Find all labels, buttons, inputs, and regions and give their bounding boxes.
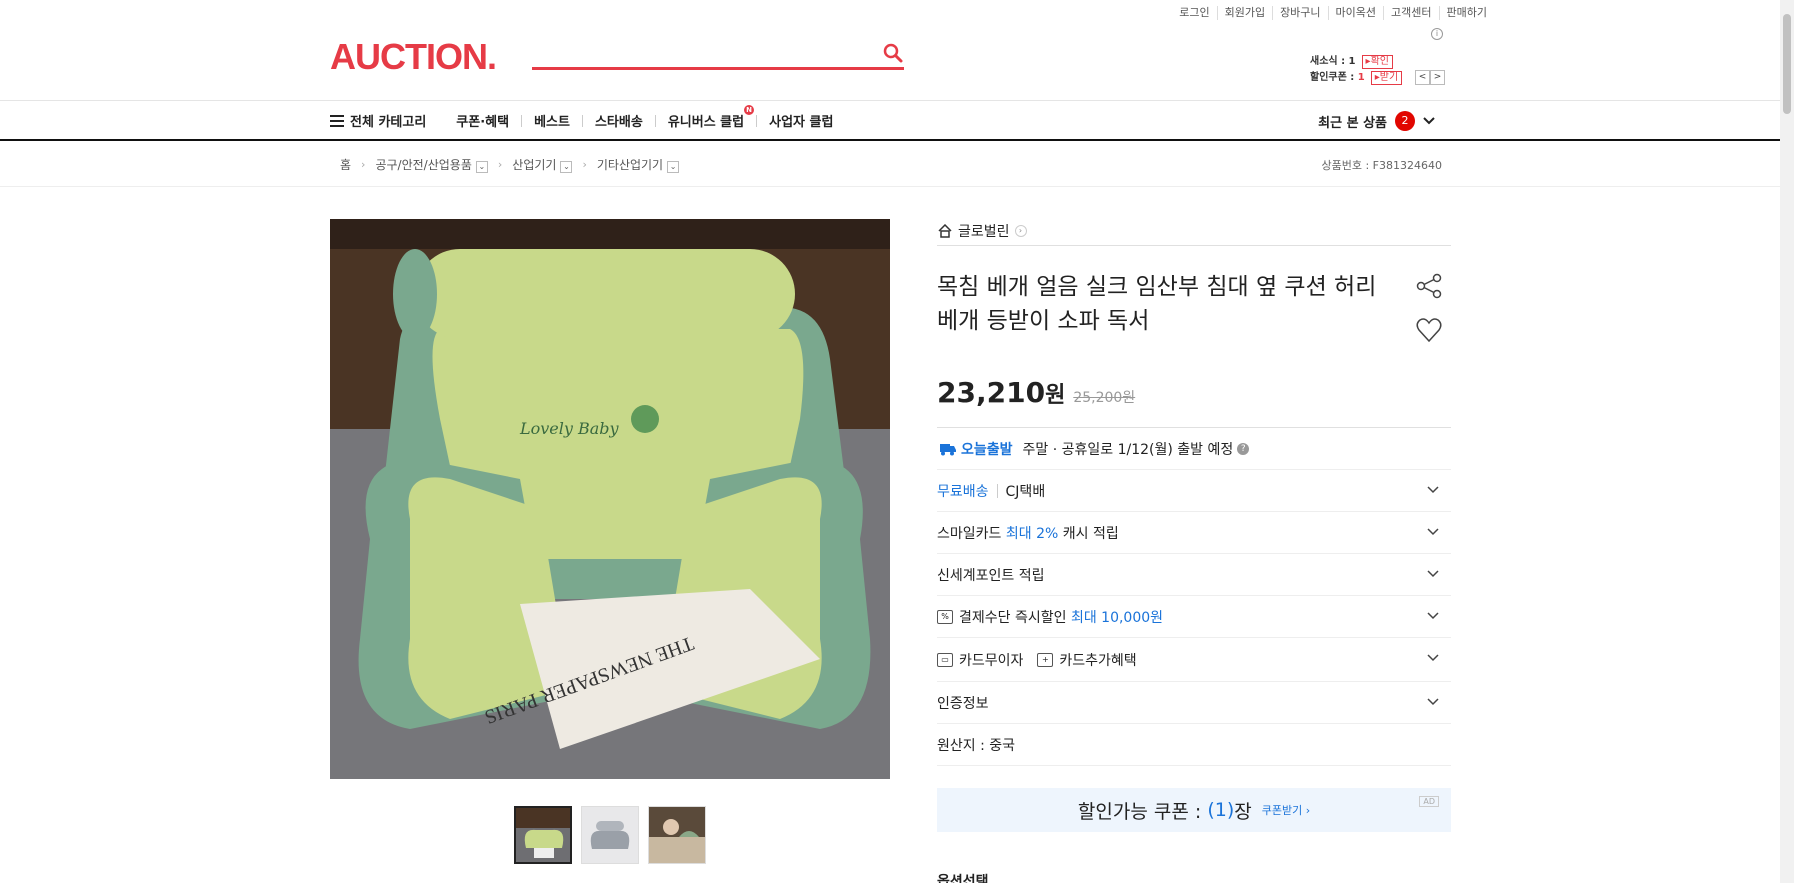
coupon-count: 1 [1357, 72, 1365, 83]
original-price: 25,200원 [1073, 390, 1136, 406]
chevron-down-icon [1427, 486, 1439, 494]
thumbnail-1[interactable] [514, 806, 572, 864]
thumbnail-2[interactable] [581, 806, 639, 864]
chevron-down-icon [1427, 612, 1439, 620]
chevron-right-icon: › [497, 158, 503, 171]
search-input[interactable] [532, 40, 862, 66]
discount-icon: % [937, 609, 953, 624]
mini-pager: < > [1415, 70, 1445, 85]
store-name: 글로벌린 [958, 223, 1010, 240]
today-ship-row: 오늘출발 주말 · 공휴일로 1/12(월) 출발 예정 ? [937, 428, 1451, 470]
cart-link[interactable]: 장바구니 [1273, 6, 1329, 20]
card-plus-icon: + [1037, 652, 1054, 667]
sale-price: 23,210원 [937, 376, 1066, 409]
ad-badge: AD [1419, 796, 1439, 807]
breadcrumb-home[interactable]: 홈 [340, 156, 351, 173]
divider [996, 483, 998, 498]
dropdown-icon: ⌄ [475, 161, 488, 173]
main-nav: 전체 카테고리 쿠폰·혜택 베스트 스타배송 유니버스 클럽 N 사업자 클럽 최… [0, 100, 1780, 141]
product-title: 목침 베개 얼음 실크 임산부 침대 옆 쿠션 허리 베개 등받이 소파 독서 [937, 274, 1377, 334]
chevron-down-icon [1427, 570, 1439, 578]
chevron-right-icon: › [1014, 224, 1027, 237]
all-category-button[interactable]: 전체 카테고리 [330, 111, 426, 130]
scrollbar[interactable] [1780, 0, 1794, 883]
breadcrumb-level-2[interactable]: 산업기기 ⌄ [512, 156, 573, 173]
customer-center-link[interactable]: 고객센터 [1384, 6, 1440, 20]
scrollbar-thumb[interactable] [1783, 14, 1791, 114]
nav-coupon-benefit[interactable]: 쿠폰·혜택 [444, 111, 521, 130]
breadcrumb-bar: 홈 › 공구/안전/산업용품 ⌄ › 산업기기 ⌄ › 기타산업기기 ⌄ 상품번호 :… [0, 141, 1780, 187]
certification-row[interactable]: 인증정보 [937, 682, 1451, 724]
truck-icon [940, 443, 956, 455]
dropdown-icon: ⌄ [560, 161, 573, 173]
smile-card-max: 최대 2% [1005, 525, 1059, 542]
home-icon [938, 223, 952, 238]
coupon-box[interactable]: 할인가능 쿠폰 : (1) 장 쿠폰받기 › AD [937, 788, 1451, 832]
coupon-label: 할인쿠폰 : 1 [1310, 72, 1365, 83]
page: 로그인 회원가입 장바구니 마이옥션 고객센터 판매하기 i AUCTION. … [0, 0, 1794, 883]
hamburger-icon [330, 114, 344, 127]
chevron-right-icon: › [582, 158, 587, 171]
smile-card-row[interactable]: 스마일카드 최대 2% 캐시 적립 [937, 512, 1451, 554]
heart-icon[interactable] [1415, 316, 1443, 344]
ship-note: 주말 · 공휴일로 1/12(월) 출발 예정 [1022, 441, 1234, 458]
chevron-down-icon [1427, 528, 1439, 536]
chevron-down-icon [1423, 117, 1435, 125]
nav-business-club[interactable]: 사업자 클럽 [757, 111, 845, 130]
embroidery-text: Lovely Baby [519, 419, 620, 438]
item-number: 상품번호 : F381324640 [1321, 159, 1443, 172]
signup-link[interactable]: 회원가입 [1218, 6, 1274, 20]
store-link[interactable]: 글로벌린 › [937, 216, 1451, 246]
breadcrumb-level-3[interactable]: 기타산업기기 ⌄ [597, 156, 680, 173]
search-icon[interactable] [882, 42, 904, 64]
payment-discount-max: 최대 10,000원 [1070, 609, 1164, 626]
product-info: 글로벌린 › 목침 베개 얼음 실크 임산부 침대 옆 쿠션 허리 베개 등받이… [937, 216, 1451, 832]
login-link[interactable]: 로그인 [1172, 6, 1218, 20]
recent-count-badge: 2 [1395, 111, 1415, 131]
new-badge: N [744, 105, 755, 115]
sell-link[interactable]: 판매하기 [1440, 6, 1494, 20]
shipping-row[interactable]: 무료배송 CJ택배 [937, 470, 1451, 512]
news-check-button[interactable]: ▸확인 [1361, 55, 1393, 69]
nav-best[interactable]: 베스트 [522, 111, 582, 130]
news-label: 새소식 : 1 [1310, 56, 1356, 67]
dropdown-icon: ⌄ [667, 161, 680, 173]
chevron-right-icon: › [361, 158, 366, 171]
mini-status: 새소식 : 1 ▸확인 할인쿠폰 : 1 ▸받기 [1310, 54, 1403, 86]
nav-universe-club[interactable]: 유니버스 클럽 N [656, 105, 756, 130]
today-ship-label: 오늘출발 [961, 441, 1013, 458]
courier-label: CJ택배 [1005, 483, 1046, 500]
coupon-get-link[interactable]: 쿠폰받기 › [1262, 802, 1310, 818]
utility-links: 로그인 회원가입 장바구니 마이옥션 고객센터 판매하기 [1172, 6, 1494, 20]
origin-row: 원산지 : 중국 [937, 724, 1451, 766]
coupon-get-button[interactable]: ▸받기 [1370, 71, 1403, 85]
prev-icon[interactable]: < [1415, 70, 1430, 85]
card-icon: ▭ [937, 652, 953, 667]
option-title: 옵션선택 [937, 874, 989, 883]
chevron-down-icon [1427, 698, 1439, 706]
price-row: 23,210원 25,200원 [937, 376, 1451, 428]
coupon-count: (1) [1207, 799, 1235, 821]
card-benefit-row[interactable]: ▭ 카드무이자 + 카드추가혜택 [937, 638, 1451, 682]
auction-logo[interactable]: AUCTION. [330, 36, 497, 78]
help-icon[interactable]: ? [1237, 442, 1250, 455]
my-auction-link[interactable]: 마이옥션 [1329, 6, 1385, 20]
breadcrumb-level-1[interactable]: 공구/안전/산업용품 ⌄ [375, 156, 488, 173]
share-icon[interactable] [1415, 272, 1443, 300]
chevron-down-icon [1427, 654, 1439, 662]
thumbnail-list [514, 806, 706, 864]
recent-viewed-button[interactable]: 최근 본 상품 2 [1318, 111, 1435, 131]
search-bar [532, 40, 904, 70]
info-icon[interactable]: i [1431, 28, 1443, 40]
product-main-image[interactable]: THE NEWSPAPER PARIS Lovely Baby [330, 219, 890, 779]
free-shipping-label: 무료배송 [937, 483, 989, 500]
shinsegae-point-row[interactable]: 신세계포인트 적립 [937, 554, 1451, 596]
payment-discount-row[interactable]: % 결제수단 즉시할인 최대 10,000원 [937, 596, 1451, 638]
nav-star-delivery[interactable]: 스타배송 [583, 111, 655, 130]
thumbnail-3[interactable] [648, 806, 706, 864]
next-icon[interactable]: > [1430, 70, 1445, 85]
breadcrumb: 홈 › 공구/안전/산업용품 ⌄ › 산업기기 ⌄ › 기타산업기기 ⌄ [340, 156, 680, 173]
